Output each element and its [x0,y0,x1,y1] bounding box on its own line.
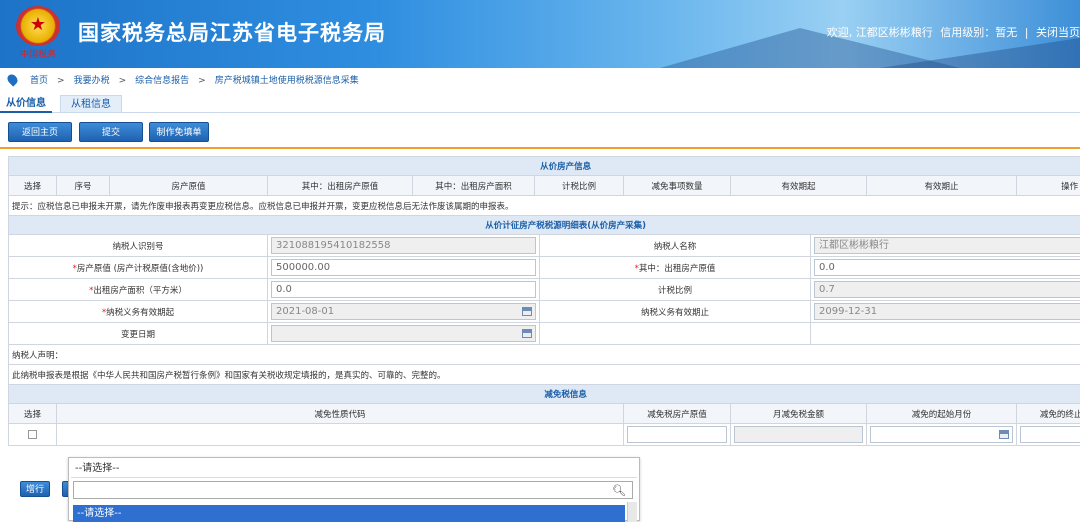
search-icon: 🔍︎ [612,484,626,497]
col-index: 序号 [57,176,110,196]
rent-area-field[interactable]: 0.0 [271,281,536,298]
col-original-value: 房产原值 [110,176,268,196]
taxpayer-name-field[interactable]: 江都区彬彬粮行 [814,237,1080,254]
site-title: 国家税务总局江苏省电子税务局 [78,17,386,47]
credit-level: 信用级别：暂无 [940,26,1017,39]
property-section-title: 从价房产信息 [9,157,1080,176]
tax-ratio-field[interactable]: 0.7 [814,281,1080,298]
dropdown-scrollbar[interactable] [627,502,637,522]
property-hint: 提示：应税信息已申报未开票，请先作废申报表再变更应税信息。应税信息已申报并开票，… [9,196,1080,216]
declaration-text: 此纳税申报表是根据《中华人民共和国房产税暂行条例》和国家有关税收规定填报的，是真… [9,365,1080,385]
breadcrumb-separator: > [57,76,65,86]
close-page-link[interactable]: 关闭当页 [1036,26,1080,39]
col-select: 选择 [9,176,57,196]
duty-start-field[interactable]: 2021-08-01 [271,303,536,320]
taxpayer-name-label: 纳税人名称 [540,235,811,257]
submit-button[interactable]: 提交 [79,122,143,142]
header-divider: | [1025,26,1029,39]
tab-value-based[interactable]: 从价信息 [0,95,52,113]
col-operation: 操作 [1017,176,1080,196]
breadcrumb-tax-handling[interactable]: 我要办税 [74,76,110,86]
dropdown-option[interactable]: --请选择-- [73,505,625,522]
make-form-button[interactable]: 制作免填单 [149,122,209,142]
taxpayer-id-label: 纳税人识别号 [9,235,268,257]
relief-monthly-field[interactable] [734,426,863,443]
relief-code-dropdown[interactable]: --请选择-- 🔍︎ --请选择-- [68,457,640,521]
site-header: ★ 中国税务 国家税务总局江苏省电子税务局 欢迎, 江都区彬彬粮行 信用级别：暂… [0,0,1080,68]
rent-original-field[interactable]: 0.0 [814,259,1080,276]
original-value-field[interactable]: 500000.00 [271,259,536,276]
welcome-text: 欢迎, 江都区彬彬粮行 [827,26,933,39]
relief-original-field[interactable] [627,426,727,443]
relief-start-month-field[interactable] [870,426,1013,443]
rent-original-label: *其中：出租房产原值 [540,257,811,279]
relief-col-monthly: 月减免税金额 [731,404,867,424]
user-info-bar: 欢迎, 江都区彬彬粮行 信用级别：暂无 | 关闭当页 [823,24,1080,40]
orange-divider [0,147,1080,149]
detail-section-title: 从价计征房产税税源明细表(从价房产采集) [9,216,1080,235]
calendar-icon[interactable] [999,430,1009,439]
duty-start-label: *纳税义务有效期起 [9,301,268,323]
breadcrumb-info-report[interactable]: 综合信息报告 [135,76,189,86]
relief-row-checkbox[interactable] [28,430,37,439]
change-date-label: 变更日期 [9,323,268,345]
taxpayer-id-field[interactable]: 321088195410182558 [271,237,536,254]
duty-end-label: 纳税义务有效期止 [540,301,811,323]
breadcrumb-separator: > [198,76,206,86]
relief-end-month-field[interactable] [1020,426,1080,443]
calendar-icon[interactable] [522,307,532,316]
breadcrumb-separator: > [119,76,127,86]
col-rent-area: 其中：出租房产面积 [413,176,535,196]
location-pin-icon [5,72,19,86]
relief-col-original: 减免税房产原值 [624,404,731,424]
tab-bar: 从价信息 从租信息 [0,95,1080,113]
relief-col-select: 选择 [9,404,57,424]
tax-ratio-label: 计税比例 [540,279,811,301]
dropdown-search-input[interactable]: 🔍︎ [73,481,633,499]
tab-rent-based[interactable]: 从租信息 [60,95,122,113]
relief-section-title: 减免税信息 [9,385,1080,404]
breadcrumb-current[interactable]: 房产税城镇土地使用税税源信息采集 [215,76,359,86]
calendar-icon[interactable] [522,329,532,338]
duty-end-field[interactable]: 2099-12-31 [814,303,1080,320]
breadcrumb-home[interactable]: 首页 [30,76,48,86]
dropdown-selected[interactable]: --请选择-- [71,459,637,478]
col-rent-original: 其中：出租房产原值 [268,176,413,196]
tax-source-form: 从价房产信息 选择 序号 房产原值 其中：出租房产原值 其中：出租房产面积 计税… [8,156,1080,446]
rent-area-label: *出租房产面积（平方米） [9,279,268,301]
declaration-label: 纳税人声明： [9,345,1080,365]
col-tax-ratio: 计税比例 [535,176,624,196]
add-row-button[interactable]: 增行 [20,481,50,497]
col-valid-start: 有效期起 [731,176,867,196]
header-greatwall-decoration [880,38,1080,68]
breadcrumb: 首页 > 我要办税 > 综合信息报告 > 房产税城镇土地使用税税源信息采集 [0,69,1080,93]
col-relief-count: 减免事项数量 [624,176,731,196]
col-valid-end: 有效期止 [867,176,1017,196]
original-value-label: *房产原值 (房产计税原值(含地价)) [9,257,268,279]
tax-emblem-logo: ★ 中国税务 [14,6,62,60]
back-home-button[interactable]: 返回主页 [8,122,72,142]
relief-col-code: 减免性质代码 [57,404,624,424]
relief-col-start-month: 减免的起始月份 [867,404,1017,424]
relief-col-end-month: 减免的终止月份 [1017,404,1080,424]
change-date-field[interactable] [271,325,536,342]
